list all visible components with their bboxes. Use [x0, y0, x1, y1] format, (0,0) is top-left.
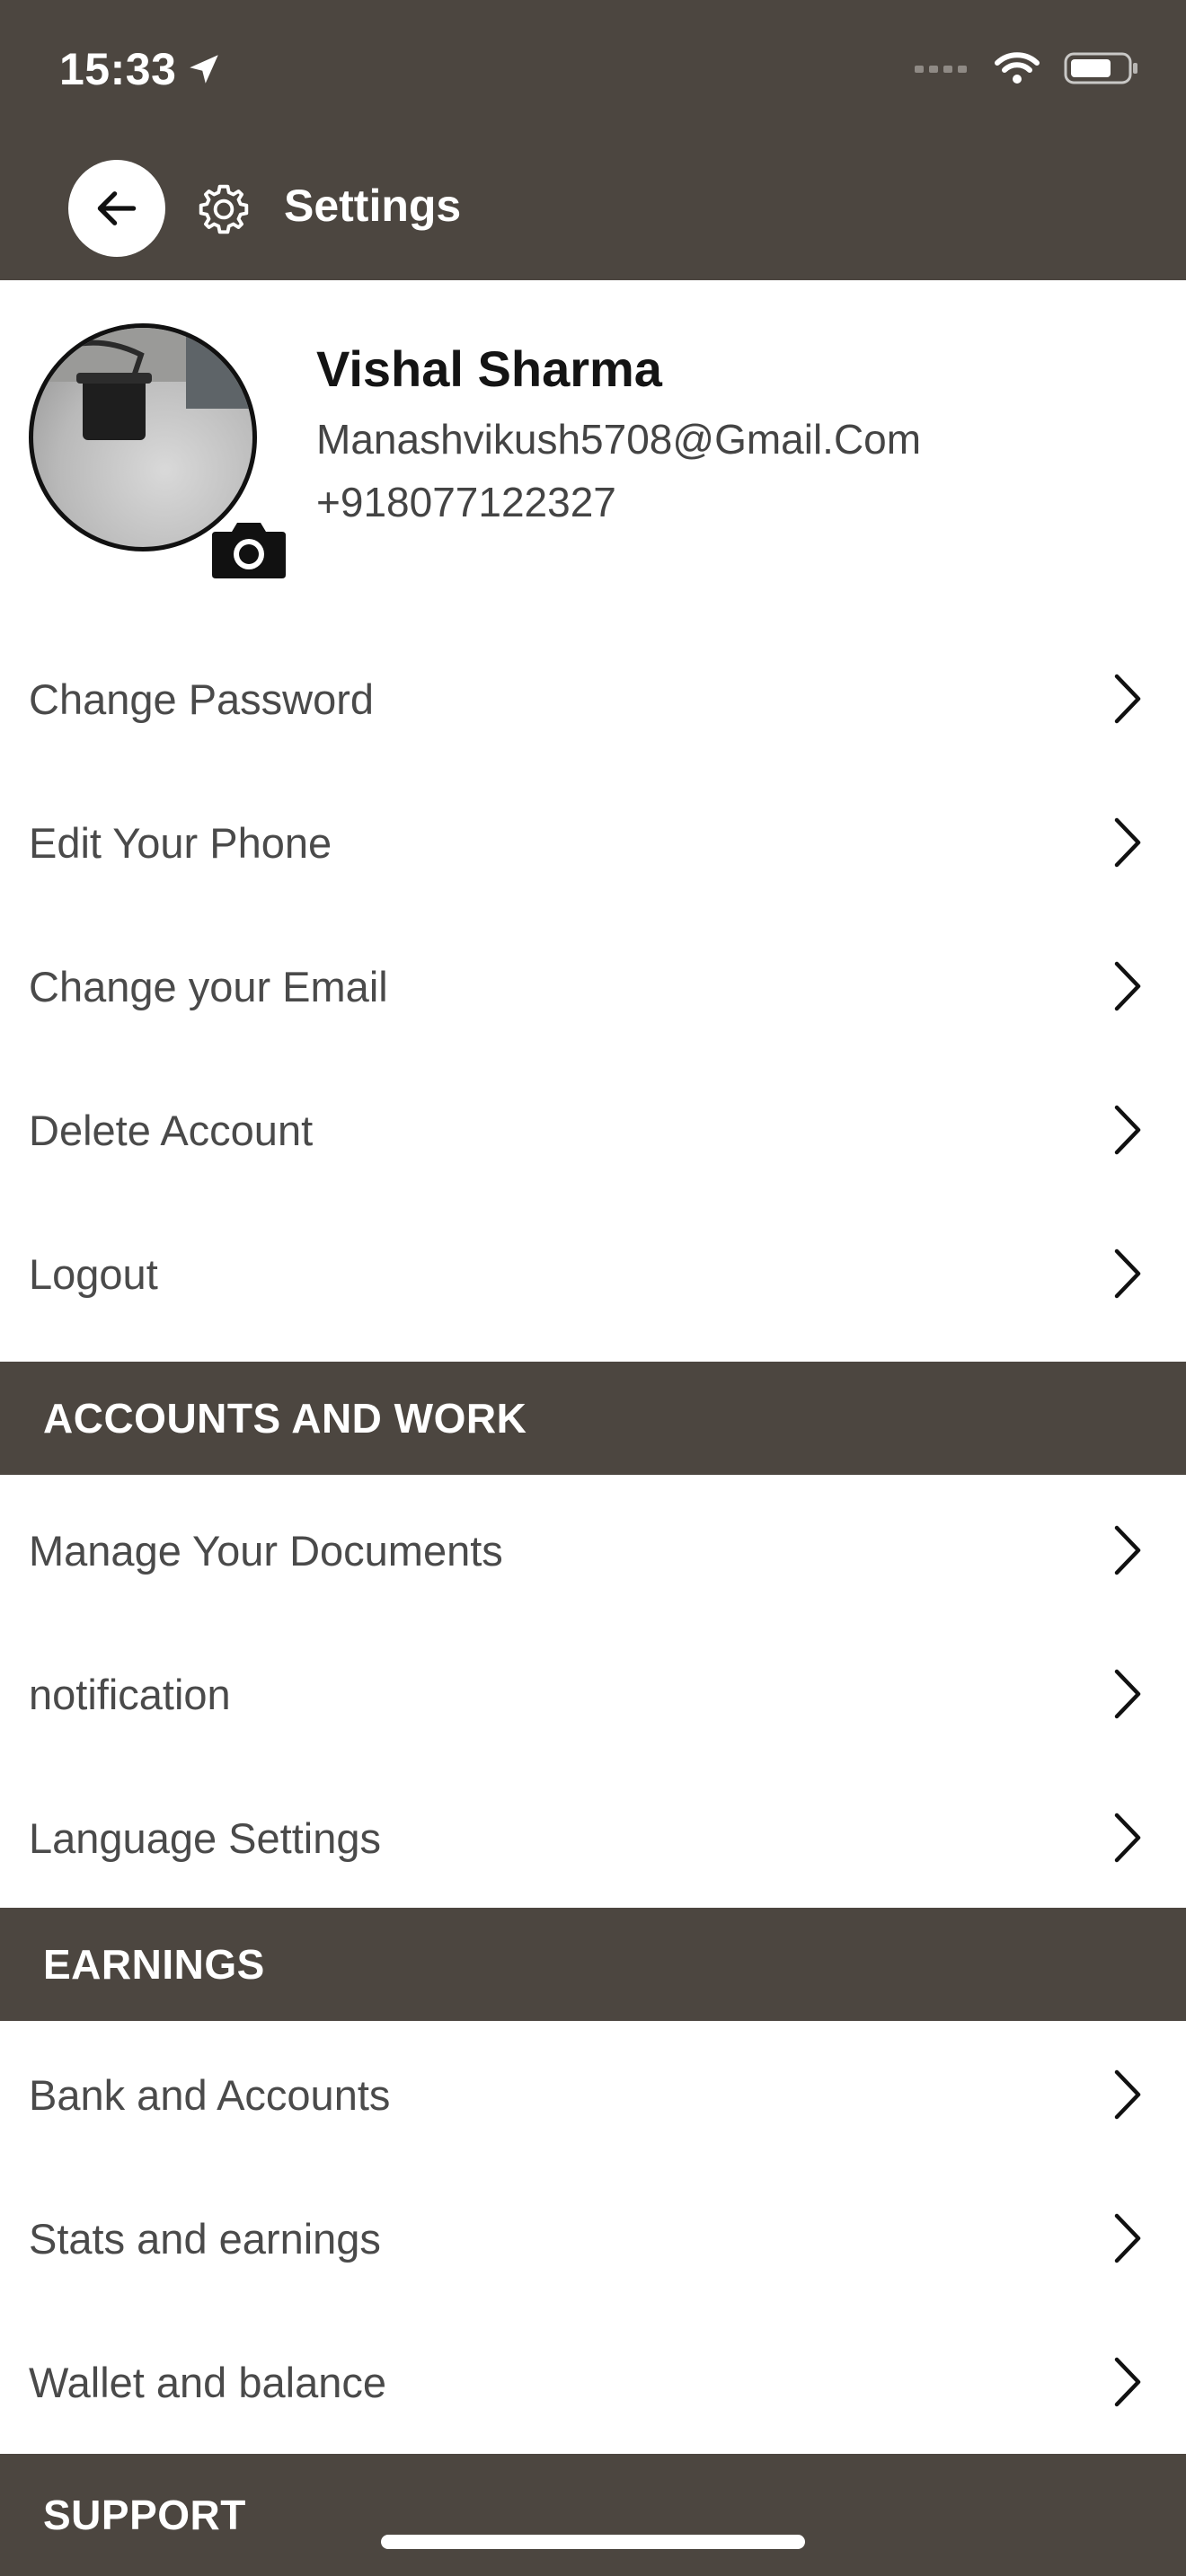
list-item-label: notification — [29, 1670, 231, 1718]
stats-earnings-item[interactable]: Stats and earnings — [0, 2166, 1186, 2310]
chevron-right-icon — [1114, 1248, 1141, 1299]
account-list: Change Password Edit Your Phone Change y… — [0, 627, 1186, 1345]
nav-bar: Settings — [0, 153, 1186, 266]
signal-icon — [915, 66, 967, 73]
camera-icon[interactable] — [210, 516, 288, 580]
home-indicator[interactable] — [381, 2535, 805, 2549]
logout-item[interactable]: Logout — [0, 1202, 1186, 1345]
list-item-label: Edit Your Phone — [29, 818, 332, 867]
chevron-right-icon — [1114, 2069, 1141, 2120]
section-title: EARNINGS — [43, 1941, 265, 1988]
chevron-right-icon — [1114, 961, 1141, 1011]
chevron-right-icon — [1114, 1669, 1141, 1719]
accounts-work-list: Manage Your Documents notification Langu… — [0, 1478, 1186, 1910]
back-button[interactable] — [68, 160, 165, 257]
change-email-item[interactable]: Change your Email — [0, 914, 1186, 1058]
section-header-earnings: EARNINGS — [0, 1908, 1186, 2021]
chevron-right-icon — [1114, 674, 1141, 724]
chevron-right-icon — [1114, 2357, 1141, 2407]
notification-item[interactable]: notification — [0, 1622, 1186, 1766]
section-header-support: SUPPORT — [0, 2454, 1186, 2576]
header-bar: 15:33 Settings — [0, 0, 1186, 280]
language-settings-item[interactable]: Language Settings — [0, 1766, 1186, 1910]
list-item-label: Stats and earnings — [29, 2214, 381, 2263]
profile-phone: +918077122327 — [316, 479, 616, 525]
edit-phone-item[interactable]: Edit Your Phone — [0, 771, 1186, 914]
list-item-label: Delete Account — [29, 1106, 314, 1154]
delete-account-item[interactable]: Delete Account — [0, 1058, 1186, 1202]
chevron-right-icon — [1114, 817, 1141, 868]
list-item-label: Bank and Accounts — [29, 2070, 391, 2119]
list-item-label: Wallet and balance — [29, 2358, 387, 2406]
chevron-right-icon — [1114, 2213, 1141, 2263]
list-item-label: Manage Your Documents — [29, 1526, 503, 1575]
status-time: 15:33 — [59, 43, 223, 95]
change-password-item[interactable]: Change Password — [0, 627, 1186, 771]
wifi-icon — [995, 52, 1040, 84]
wallet-balance-item[interactable]: Wallet and balance — [0, 2310, 1186, 2454]
section-title: ACCOUNTS AND WORK — [43, 1395, 527, 1442]
list-item-label: Language Settings — [29, 1813, 381, 1862]
profile-section: Vishal Sharma Manashvikush5708@Gmail.Com… — [0, 280, 1186, 622]
section-title: SUPPORT — [43, 2492, 246, 2538]
manage-documents-item[interactable]: Manage Your Documents — [0, 1478, 1186, 1622]
section-header-accounts-work: ACCOUNTS AND WORK — [0, 1362, 1186, 1475]
status-indicators — [915, 50, 1139, 86]
back-arrow-icon — [97, 191, 137, 225]
battery-icon — [1064, 52, 1137, 84]
bank-accounts-item[interactable]: Bank and Accounts — [0, 2023, 1186, 2166]
location-arrow-icon — [190, 55, 219, 84]
profile-name: Vishal Sharma — [316, 340, 662, 397]
chevron-right-icon — [1114, 1525, 1141, 1575]
page-title: Settings — [284, 181, 462, 231]
earnings-list: Bank and Accounts Stats and earnings Wal… — [0, 2023, 1186, 2454]
list-item-label: Change your Email — [29, 962, 388, 1010]
profile-email: Manashvikush5708@Gmail.Com — [316, 416, 922, 463]
list-item-label: Logout — [29, 1249, 158, 1298]
settings-screen: 15:33 Settings Vishal Sharma Manashvikus… — [0, 0, 1186, 2576]
list-item-label: Change Password — [29, 675, 375, 723]
gear-icon — [192, 178, 255, 241]
chevron-right-icon — [1114, 1105, 1141, 1155]
chevron-right-icon — [1114, 1813, 1141, 1863]
status-time-text: 15:33 — [59, 44, 177, 94]
